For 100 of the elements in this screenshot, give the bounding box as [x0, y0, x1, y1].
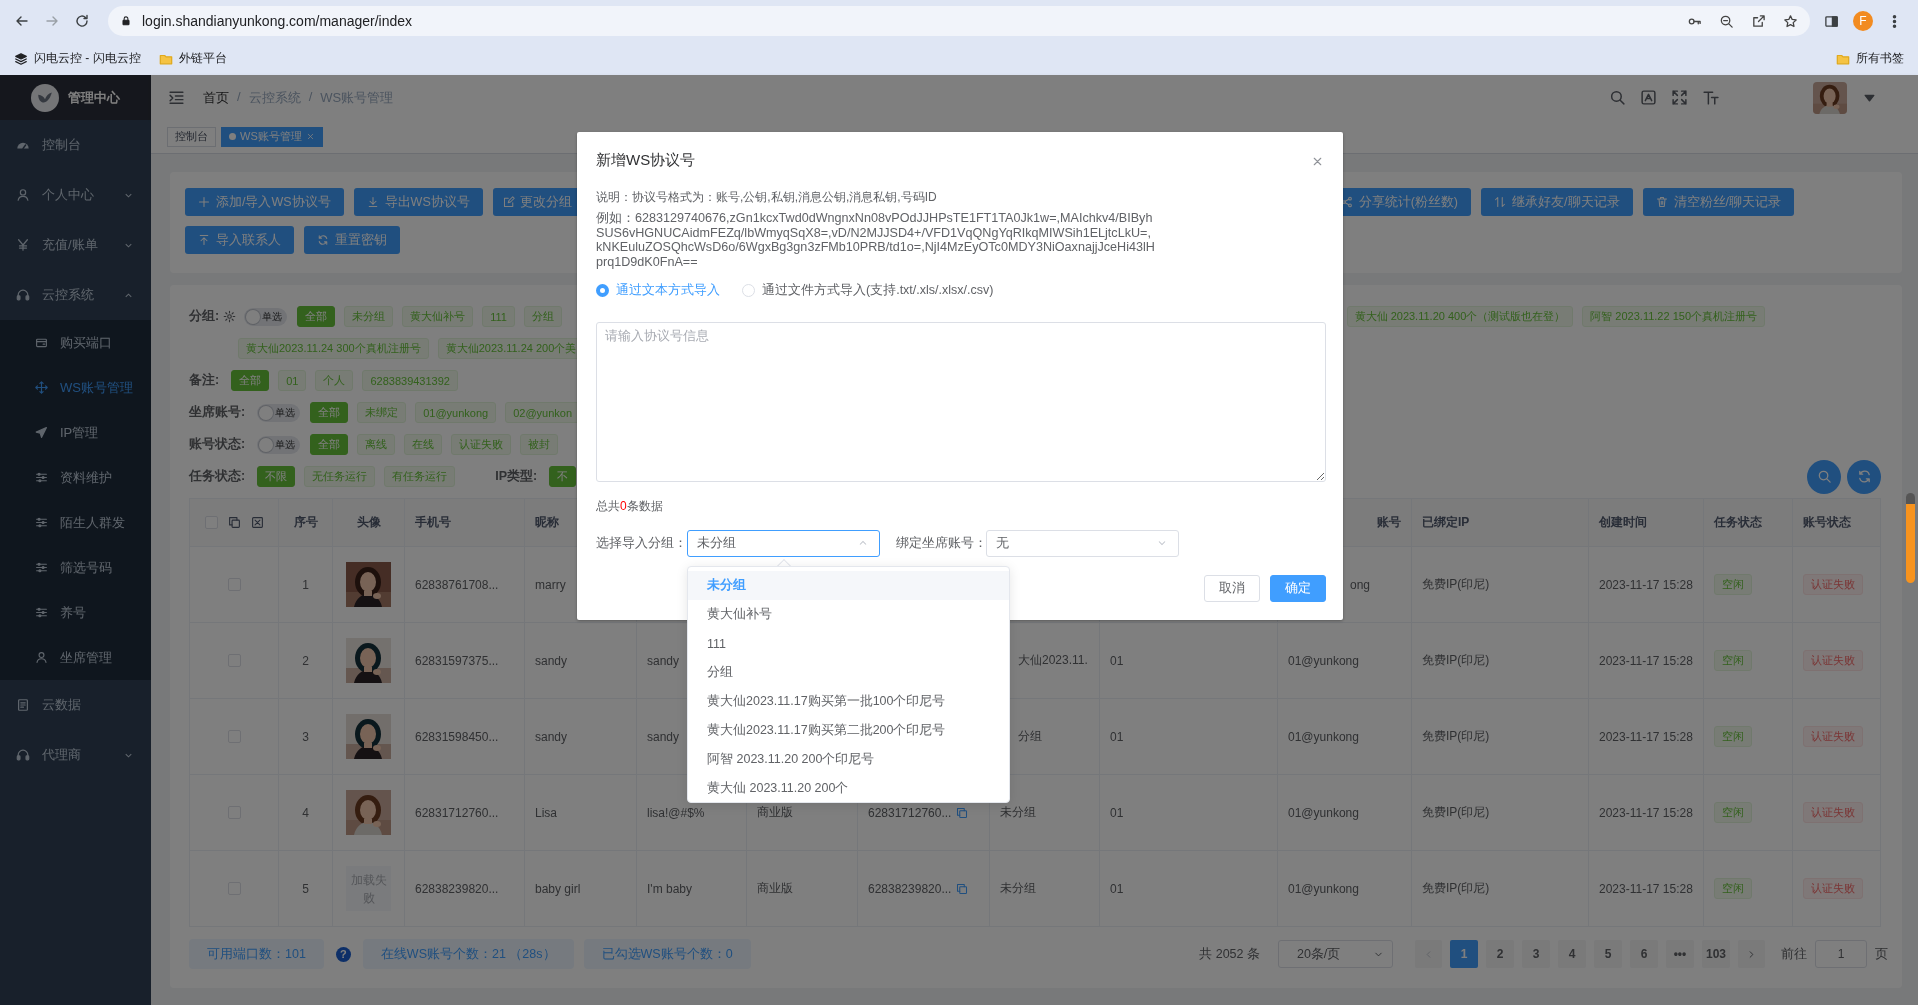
profile-avatar[interactable]: F — [1853, 11, 1873, 31]
view-tab[interactable]: WS账号管理 — [221, 126, 323, 147]
filter-tag[interactable]: 全部 — [310, 402, 349, 423]
cancel-button[interactable]: 取消 — [1204, 574, 1260, 602]
copy-icon[interactable] — [956, 882, 969, 895]
share-icon[interactable] — [1751, 13, 1766, 29]
dropdown-option[interactable]: 黄大仙2023.11.17购买第二批200个印尼号 — [688, 716, 1009, 745]
sidebar-subitem[interactable]: 筛选号码 — [0, 545, 151, 590]
copy-icon[interactable] — [227, 516, 241, 529]
sidebar-subitem[interactable]: IP管理 — [0, 410, 151, 455]
filter-tag[interactable]: 阿智 2023.11.22 150个真机注册号 — [1582, 306, 1765, 327]
page-button[interactable]: 1 — [1449, 940, 1478, 968]
page-button[interactable]: ••• — [1665, 940, 1694, 968]
filter-tag[interactable]: 在线 — [404, 434, 443, 455]
sidebar-subitem[interactable]: 资料维护 — [0, 455, 151, 500]
radio-option[interactable]: 通过文本方式导入 — [596, 282, 720, 300]
sidebar-item[interactable]: 云控系统 — [0, 270, 151, 320]
settings-icon[interactable] — [223, 310, 237, 323]
text-size-icon[interactable] — [1702, 89, 1719, 106]
page-button[interactable]: 5 — [1593, 940, 1622, 968]
breadcrumb-item[interactable]: 首页 — [203, 88, 229, 107]
sidebar-subitem[interactable]: 养号 — [0, 590, 151, 635]
filter-tag[interactable]: 全部 — [231, 370, 270, 391]
toggle-switch[interactable]: 单选 — [244, 307, 288, 326]
filter-tag[interactable]: 个人 — [315, 370, 354, 391]
side-panel-icon[interactable] — [1824, 13, 1839, 29]
bookmark[interactable]: 所有书签 — [1836, 50, 1904, 67]
page-button[interactable]: 103 — [1701, 940, 1730, 968]
filter-tag[interactable]: 不限 — [257, 466, 296, 487]
address-bar[interactable]: login.shandianyunkong.com/manager/index — [108, 6, 1810, 36]
menu-fold-icon[interactable] — [168, 89, 185, 106]
filter-tag[interactable]: 01@yunkong — [415, 402, 497, 423]
view-tab[interactable]: 控制台 — [167, 126, 216, 147]
toolbar-button[interactable]: 清空粉丝/聊天记录 — [1642, 188, 1794, 216]
filter-tag[interactable]: 未绑定 — [357, 402, 407, 423]
filter-tag[interactable]: 全部 — [297, 306, 336, 327]
toolbar-button[interactable]: 继承好友/聊天记录 — [1481, 188, 1633, 216]
sidebar-subitem[interactable]: 购买端口 — [0, 320, 151, 365]
filter-tag[interactable]: 01 — [278, 370, 307, 391]
fullscreen-icon[interactable] — [1671, 89, 1688, 106]
page-button[interactable]: 4 — [1557, 940, 1586, 968]
page-button[interactable]: 2 — [1485, 940, 1514, 968]
filter-tag[interactable]: 全部 — [310, 434, 349, 455]
dropdown-option[interactable]: 111 — [688, 629, 1009, 658]
sidebar-item[interactable]: 控制台 — [0, 120, 151, 170]
close-box-icon[interactable] — [250, 516, 264, 529]
filter-tag[interactable]: 认证失败 — [451, 434, 512, 455]
reload-icon[interactable] — [74, 13, 90, 29]
page-input[interactable]: 1 — [1815, 940, 1867, 968]
sidebar-item[interactable]: 代理商 — [0, 730, 151, 780]
input-field[interactable]: 请输入协议号信息 — [596, 321, 1326, 482]
star-icon[interactable] — [1783, 13, 1798, 29]
bookmark[interactable]: 外链平台 — [158, 50, 227, 67]
search-button[interactable] — [1807, 459, 1841, 494]
scrollbar-thumb[interactable] — [1906, 493, 1915, 583]
filter-tag[interactable]: 不 — [549, 466, 577, 487]
filter-tag[interactable]: 无任务运行 — [304, 466, 376, 487]
zoom-icon[interactable] — [1719, 13, 1734, 29]
filter-tag[interactable]: 未分组 — [344, 306, 394, 327]
close-icon[interactable] — [305, 132, 315, 141]
filter-tag[interactable]: 被封 — [520, 434, 559, 455]
radio-option[interactable]: 通过文件方式导入(支持.txt/.xls/.xlsx/.csv) — [742, 282, 994, 300]
dropdown-option[interactable]: 未分组 — [688, 571, 1009, 600]
sidebar-item[interactable]: 个人中心 — [0, 170, 151, 220]
filter-tag[interactable]: 有任务运行 — [384, 466, 456, 487]
font-icon[interactable] — [1640, 89, 1657, 106]
filter-tag[interactable]: 分组 — [523, 306, 562, 327]
filter-tag[interactable]: 黄大仙 2023.11.20 400个（测试版也在登） — [1346, 306, 1574, 327]
dropdown-option[interactable]: 黄大仙补号 — [688, 600, 1009, 629]
page-button[interactable]: 3 — [1521, 940, 1550, 968]
page-size-select[interactable]: 20条/页 — [1277, 940, 1393, 968]
copy-icon[interactable] — [956, 806, 969, 819]
dropdown-option[interactable]: 阿智 2023.11.20 200个印尼号 — [688, 745, 1009, 774]
toolbar-button[interactable]: 导出WS协议号 — [353, 188, 483, 216]
page-button[interactable]: 6 — [1629, 940, 1658, 968]
refresh-button[interactable] — [1847, 459, 1881, 494]
filter-tag[interactable]: 黄大仙2023.11.24 300个真机注册号 — [238, 338, 429, 359]
confirm-button[interactable]: 确定 — [1270, 574, 1326, 602]
toolbar-button[interactable]: 重置密钥 — [304, 226, 400, 254]
toolbar-button[interactable]: 导入联系人 — [185, 226, 294, 254]
filter-tag[interactable]: 6283839431392 — [362, 370, 458, 391]
toolbar-button[interactable]: 添加/导入WS协议号 — [185, 188, 344, 216]
toggle-switch[interactable]: 单选 — [257, 435, 301, 454]
sidebar-subitem[interactable]: WS账号管理 — [0, 365, 151, 410]
group-select[interactable]: 未分组 — [687, 529, 880, 557]
sidebar-subitem[interactable]: 坐席管理 — [0, 635, 151, 680]
bookmark[interactable]: 闪电云控 - 闪电云控 — [14, 50, 141, 67]
search-icon[interactable] — [1609, 89, 1626, 106]
sidebar-item[interactable]: 充值/账单 — [0, 220, 151, 270]
sidebar-subitem[interactable]: 陌生人群发 — [0, 500, 151, 545]
help-icon[interactable]: ? — [335, 946, 351, 962]
seat-select[interactable]: 无 — [986, 529, 1179, 557]
close-icon[interactable] — [1311, 155, 1324, 168]
filter-tag[interactable]: 黄大仙补号 — [402, 306, 474, 327]
filter-tag[interactable]: 111 — [482, 306, 515, 327]
filter-tag[interactable]: 离线 — [357, 434, 396, 455]
dropdown-option[interactable]: 黄大仙2023.11.17购买第一批100个印尼号 — [688, 687, 1009, 716]
dropdown-option[interactable]: 分组 — [688, 658, 1009, 687]
sidebar-item[interactable]: 云数据 — [0, 680, 151, 730]
toggle-switch[interactable]: 单选 — [257, 403, 301, 422]
